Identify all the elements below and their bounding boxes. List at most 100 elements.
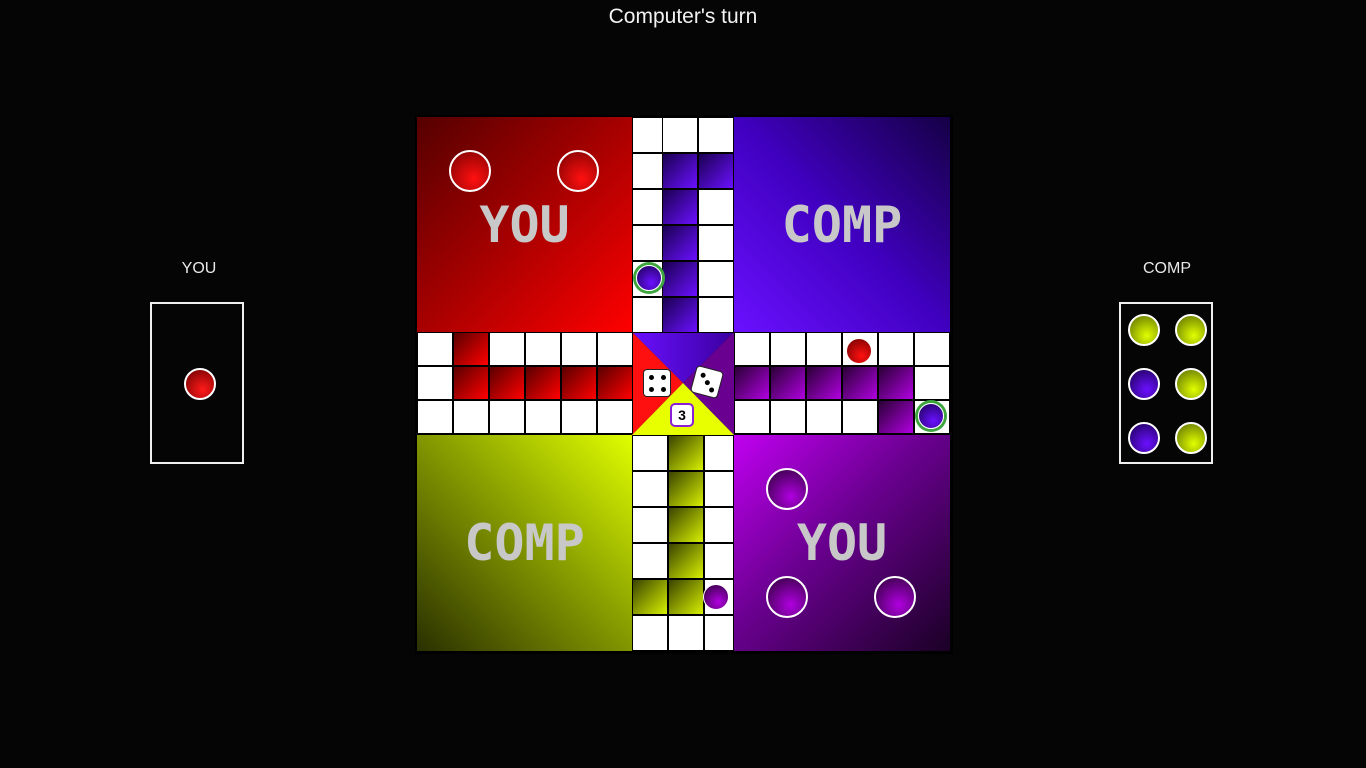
blue-track-token[interactable] (636, 265, 662, 291)
finished-token-blue (1128, 422, 1160, 454)
home-blue: COMP (734, 117, 950, 332)
home-lane-cell-blue (662, 153, 698, 189)
track-cell (632, 507, 668, 543)
track-cell (704, 435, 734, 471)
finished-token-yellow (1175, 314, 1207, 346)
red-track-token[interactable] (846, 338, 872, 364)
home-lane-cell-purple (806, 366, 842, 400)
track-cell (704, 615, 734, 651)
track-cell (806, 332, 842, 366)
home-lane-cell-red (453, 332, 489, 366)
track-cell (842, 400, 878, 434)
track-cell (632, 225, 663, 261)
red-home-token[interactable] (449, 150, 491, 192)
home-lane-cell-yellow (668, 471, 704, 507)
track-cell (632, 189, 663, 225)
track-cell (770, 332, 806, 366)
home-lane-cell-red (489, 366, 525, 400)
home-lane-cell-red (561, 366, 597, 400)
track-cell (704, 507, 734, 543)
home-lane-cell-yellow (668, 435, 704, 471)
die-one[interactable] (643, 369, 671, 397)
home-lane-cell-purple (842, 366, 878, 400)
home-red-label: YOU (479, 195, 570, 254)
home-lane-cell-blue (698, 153, 734, 189)
track-cell (453, 400, 489, 434)
track-cell (878, 332, 914, 366)
track-cell (632, 543, 668, 579)
purple-home-token[interactable] (766, 576, 808, 618)
track-cell (914, 332, 950, 366)
track-cell (698, 261, 734, 297)
track-cell (489, 400, 525, 434)
home-lane-cell-red (597, 366, 633, 400)
home-lane-cell-purple (734, 366, 770, 400)
track-cell (698, 225, 734, 261)
computer-label: COMP (1143, 260, 1191, 277)
home-lane-cell-purple (878, 400, 914, 434)
home-lane-cell-yellow (668, 579, 704, 615)
home-lane-cell-blue (662, 189, 698, 225)
track-cell (770, 400, 806, 434)
track-cell (597, 400, 633, 434)
home-lane-cell-purple (878, 366, 914, 400)
purple-home-token[interactable] (766, 468, 808, 510)
track-cell (806, 400, 842, 434)
finished-token-red (184, 368, 216, 400)
home-lane-cell-yellow (668, 507, 704, 543)
track-cell (632, 153, 663, 189)
track-cell (704, 471, 734, 507)
track-cell (525, 400, 561, 434)
ludo-board: YOU COMP COMP YOU 3 (415, 115, 953, 654)
finished-token-yellow (1128, 314, 1160, 346)
computer-finished-tray (1119, 302, 1213, 464)
home-lane-cell-yellow (668, 543, 704, 579)
track-cell (668, 615, 704, 651)
home-lane-cell-yellow (632, 579, 668, 615)
blue-track-token[interactable] (918, 403, 944, 429)
home-lane-cell-blue (662, 225, 698, 261)
track-cell (561, 332, 597, 366)
home-lane-cell-blue (662, 297, 698, 333)
track-cell (632, 615, 668, 651)
home-blue-label: COMP (781, 195, 903, 254)
track-cell (525, 332, 561, 366)
turn-status: Computer's turn (608, 5, 758, 28)
home-lane-cell-red (525, 366, 561, 400)
home-yellow-label: COMP (464, 514, 585, 572)
finished-token-yellow (1175, 422, 1207, 454)
track-cell (632, 435, 668, 471)
purple-track-token[interactable] (703, 584, 729, 610)
roll-result-badge: 3 (670, 403, 694, 427)
track-cell (489, 332, 525, 366)
home-red: YOU (417, 117, 632, 332)
track-cell (597, 332, 633, 366)
home-yellow: COMP (417, 435, 632, 651)
home-purple: YOU (734, 435, 950, 651)
track-cell (632, 471, 668, 507)
player-finished-tray (150, 302, 244, 464)
track-cell (417, 366, 453, 400)
track-cell (698, 117, 734, 153)
track-cell (632, 117, 663, 153)
track-cell (914, 366, 950, 400)
red-home-token[interactable] (557, 150, 599, 192)
finished-token-blue (1128, 368, 1160, 400)
track-cell (734, 400, 770, 434)
track-cell (698, 189, 734, 225)
track-cell (632, 297, 663, 333)
track-cell (417, 400, 453, 434)
finished-token-yellow (1175, 368, 1207, 400)
track-cell (417, 332, 453, 366)
home-purple-label: YOU (796, 514, 888, 572)
home-lane-cell-purple (770, 366, 806, 400)
track-cell (662, 117, 698, 153)
track-cell (704, 543, 734, 579)
track-cell (561, 400, 597, 434)
home-lane-cell-red (453, 366, 489, 400)
purple-home-token[interactable] (874, 576, 916, 618)
player-label: YOU (181, 260, 217, 277)
home-lane-cell-blue (662, 261, 698, 297)
track-cell (734, 332, 770, 366)
track-cell (698, 297, 734, 333)
